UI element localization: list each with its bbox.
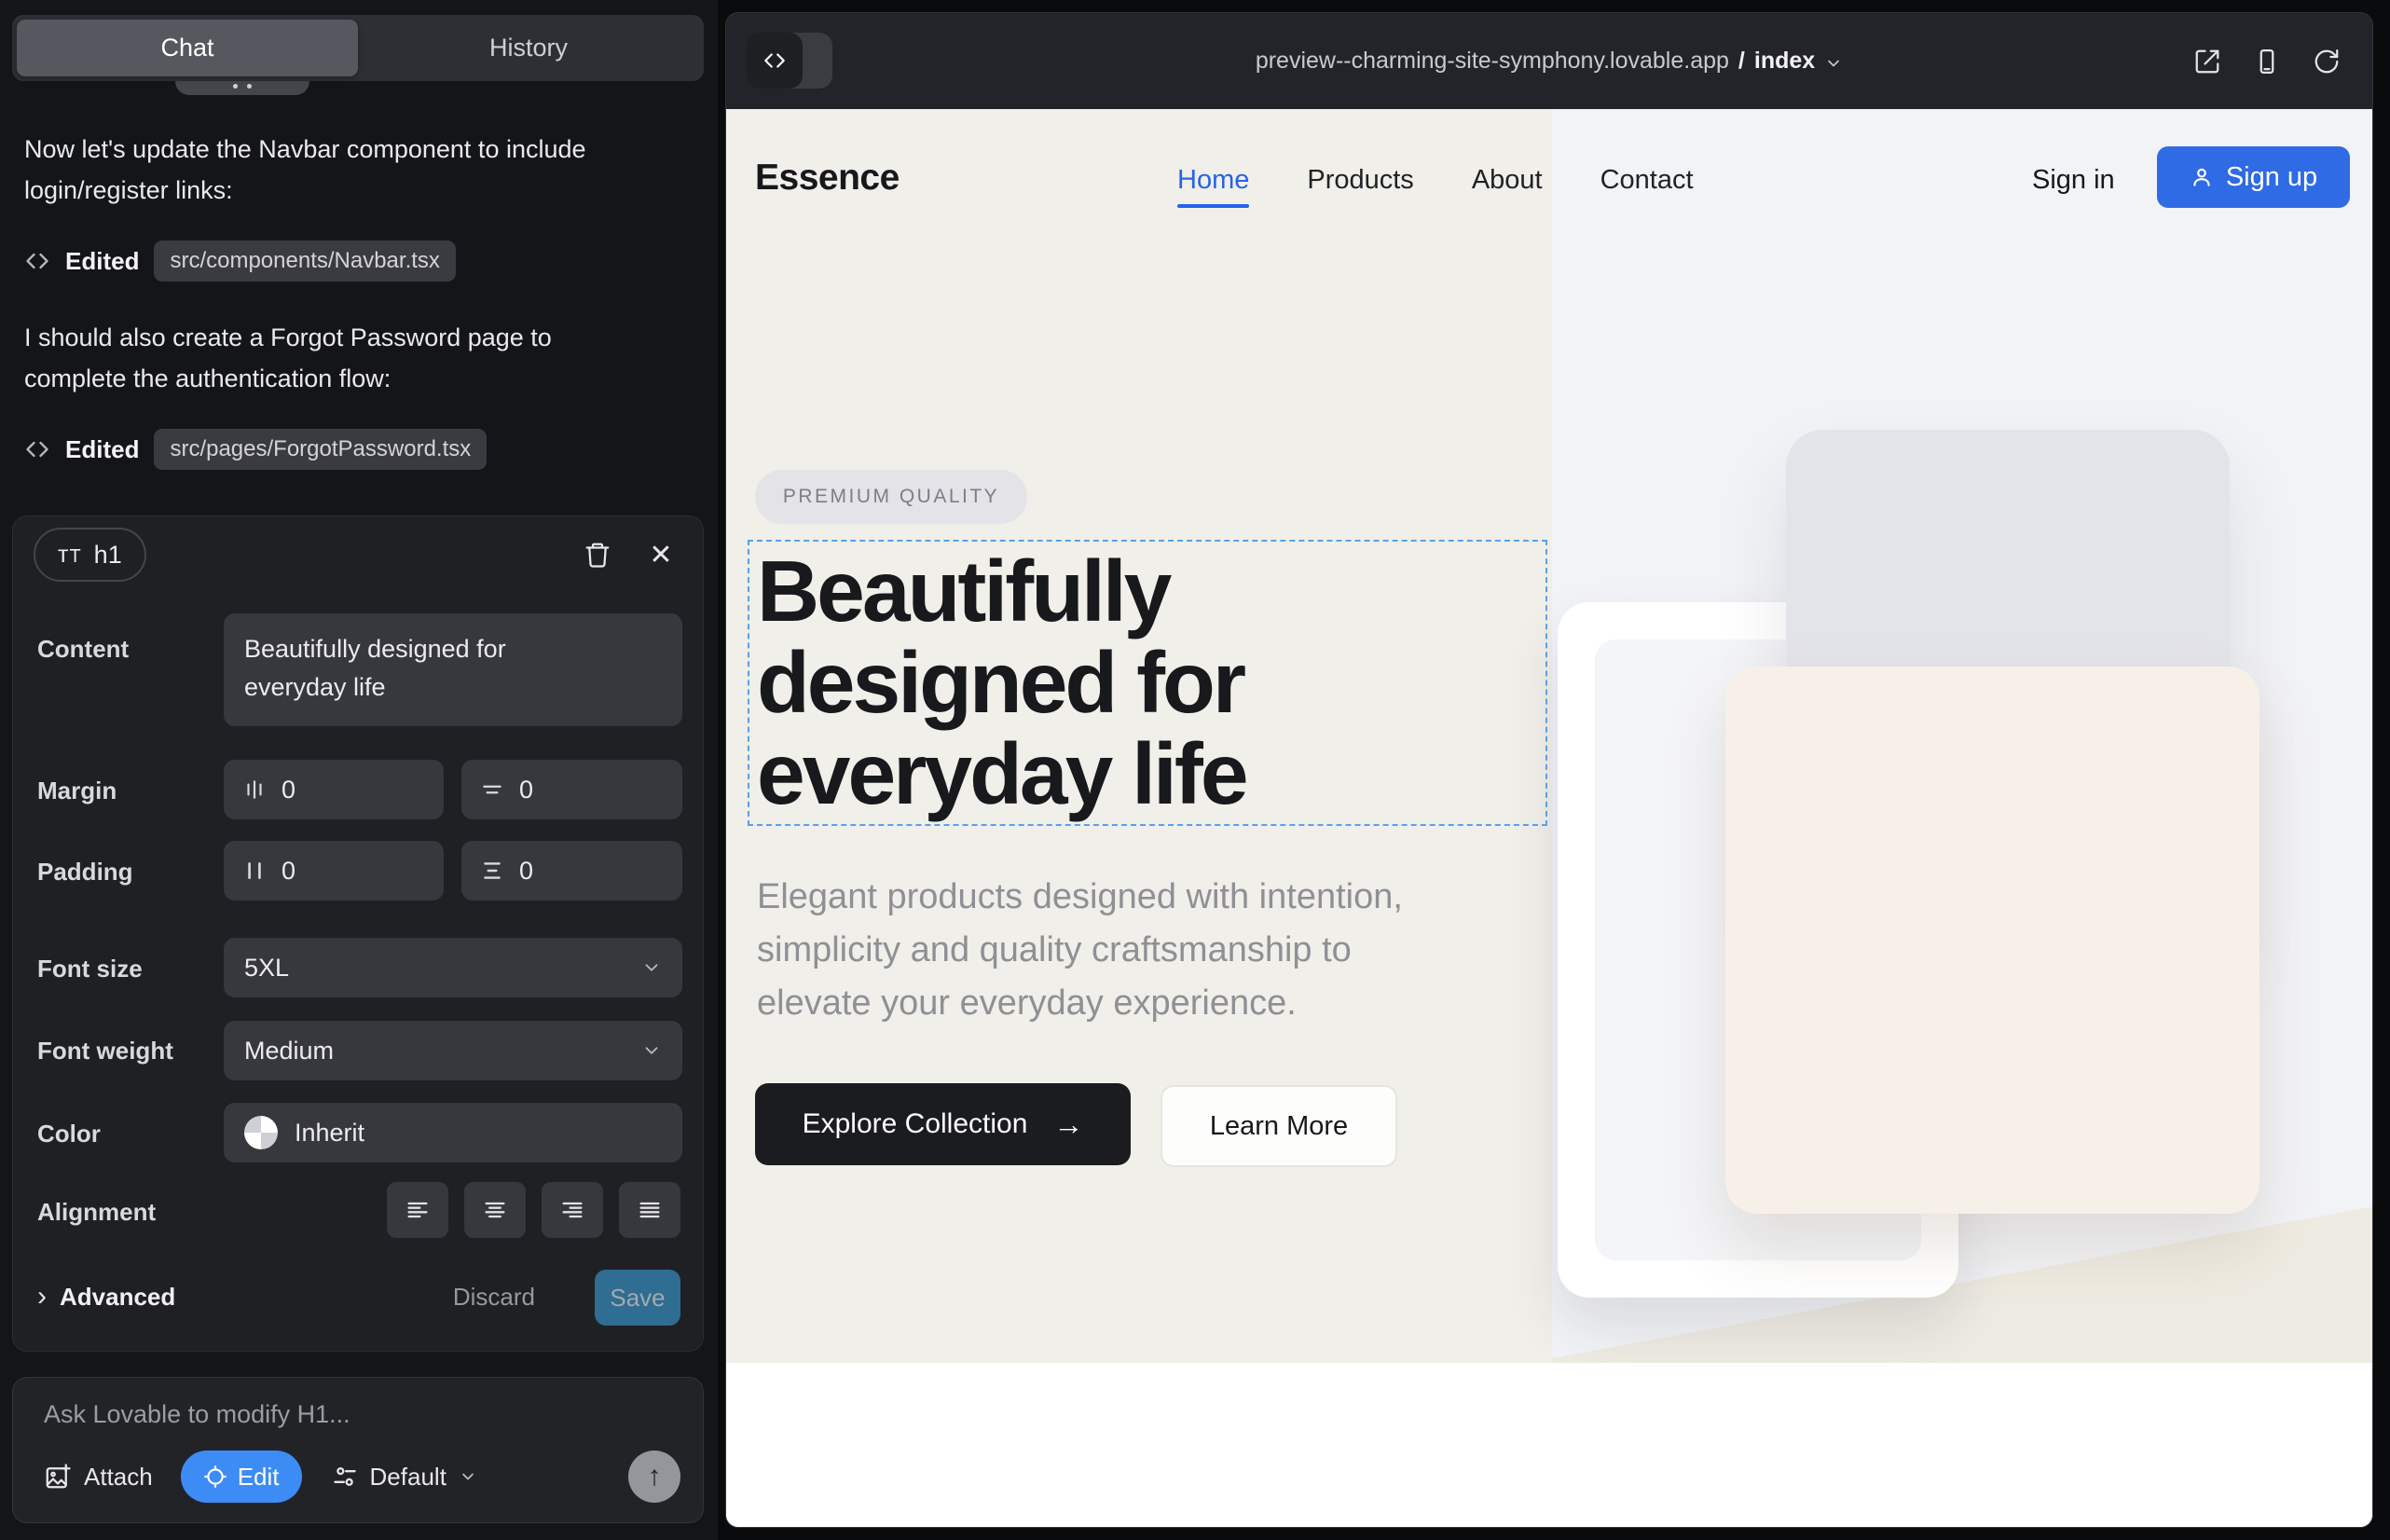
external-link-icon xyxy=(2193,48,2221,76)
margin-y-input[interactable]: 0 xyxy=(461,760,682,819)
nav-link-about[interactable]: About xyxy=(1472,165,1543,196)
align-center-button[interactable] xyxy=(464,1182,526,1238)
chevron-down-icon xyxy=(459,1467,477,1486)
preview-toolbar: preview--charming-site-symphony.lovable.… xyxy=(726,13,2372,109)
margin-y-icon xyxy=(480,777,504,802)
align-right-button[interactable] xyxy=(542,1182,603,1238)
code-icon xyxy=(24,248,50,274)
chevron-right-icon: › xyxy=(37,1281,47,1313)
padding-y-icon xyxy=(480,859,504,883)
chat-message: I should also create a Forgot Password p… xyxy=(24,317,621,399)
edit-mode-button[interactable]: Edit xyxy=(181,1451,302,1503)
next-section-band xyxy=(726,1363,2372,1527)
edited-file-badge[interactable]: src/components/Navbar.tsx xyxy=(154,241,455,282)
color-select[interactable]: Inherit xyxy=(224,1103,682,1162)
lovable-app: Chat History Now let's update the Navbar… xyxy=(0,0,2390,1540)
color-label: Color xyxy=(37,1120,101,1148)
align-center-icon xyxy=(482,1197,508,1223)
url-domain: preview--charming-site-symphony.lovable.… xyxy=(1256,48,1729,75)
hero-paragraph: Elegant products designed with intention… xyxy=(757,871,1403,1030)
attach-image-icon xyxy=(44,1463,72,1491)
chat-message: Now let's update the Navbar component to… xyxy=(24,129,621,211)
user-icon xyxy=(2190,165,2214,189)
decor-card-cream xyxy=(1725,667,2260,1214)
element-tag-name: h1 xyxy=(94,541,122,570)
arrow-right-icon: → xyxy=(1053,1107,1083,1142)
preview-url-bar[interactable]: preview--charming-site-symphony.lovable.… xyxy=(726,13,2372,109)
open-external-button[interactable] xyxy=(2193,48,2221,76)
crosshair-icon xyxy=(203,1464,227,1489)
refresh-icon xyxy=(2313,48,2341,76)
scrolled-message-pill[interactable] xyxy=(175,81,309,95)
preview-actions xyxy=(2193,13,2341,109)
site-nav: Home Products About Contact xyxy=(1177,165,1694,196)
tab-chat[interactable]: Chat xyxy=(17,20,358,76)
refresh-button[interactable] xyxy=(2313,48,2341,76)
url-page: index xyxy=(1754,48,1815,75)
font-size-label: Font size xyxy=(37,955,143,983)
edited-file-row: Edited src/components/Navbar.tsx xyxy=(24,239,456,283)
margin-x-icon xyxy=(242,777,267,802)
nav-link-home[interactable]: Home xyxy=(1177,165,1249,196)
typography-icon: тT xyxy=(58,542,82,569)
sign-up-button[interactable]: Sign up xyxy=(2157,146,2350,208)
url-separator: / xyxy=(1738,48,1745,75)
explore-collection-button[interactable]: Explore Collection → xyxy=(755,1083,1131,1165)
nav-link-products[interactable]: Products xyxy=(1307,165,1413,196)
chat-history-tabbar: Chat History xyxy=(12,15,704,81)
font-weight-select[interactable]: Medium xyxy=(224,1021,682,1080)
align-justify-icon xyxy=(637,1197,663,1223)
model-default-selector[interactable]: Default xyxy=(332,1463,477,1492)
composer-toolbar: Attach Edit Default ↑ xyxy=(44,1450,680,1504)
prompt-composer: Ask Lovable to modify H1... Attach Edit … xyxy=(12,1377,704,1523)
site-viewport: Essence Home Products About Contact Sign… xyxy=(726,109,2372,1527)
chat-sidebar: Chat History Now let's update the Navbar… xyxy=(0,0,718,1540)
nav-link-contact[interactable]: Contact xyxy=(1600,165,1694,196)
sliders-icon xyxy=(332,1464,358,1490)
content-input[interactable]: Beautifully designed for everyday life xyxy=(224,613,682,726)
margin-label: Margin xyxy=(37,777,117,805)
font-size-select[interactable]: 5XL xyxy=(224,938,682,997)
padding-label: Padding xyxy=(37,858,133,887)
edited-file-badge[interactable]: src/pages/ForgotPassword.tsx xyxy=(154,429,487,470)
mobile-view-button[interactable] xyxy=(2253,48,2281,76)
attach-button[interactable]: Attach xyxy=(44,1463,153,1492)
premium-quality-badge: PREMIUM QUALITY xyxy=(755,470,1027,524)
prompt-input[interactable]: Ask Lovable to modify H1... xyxy=(44,1400,350,1429)
tab-history[interactable]: History xyxy=(358,20,699,76)
mobile-icon xyxy=(2253,48,2281,76)
edited-label: Edited xyxy=(65,435,139,464)
preview-window: preview--charming-site-symphony.lovable.… xyxy=(725,12,2373,1528)
edited-file-row: Edited src/pages/ForgotPassword.tsx xyxy=(24,427,487,472)
alignment-label: Alignment xyxy=(37,1198,156,1227)
margin-x-input[interactable]: 0 xyxy=(224,760,444,819)
sign-in-link[interactable]: Sign in xyxy=(2032,165,2115,196)
chevron-down-icon xyxy=(1824,54,1843,73)
align-left-icon xyxy=(405,1197,431,1223)
padding-x-input[interactable]: 0 xyxy=(224,841,444,901)
element-inspector-panel: тT h1 ✕ Content Beautifully designed for… xyxy=(12,516,704,1352)
send-button[interactable]: ↑ xyxy=(628,1451,680,1503)
chevron-down-icon xyxy=(641,957,662,978)
trash-icon[interactable] xyxy=(582,539,613,571)
padding-x-icon xyxy=(242,859,267,883)
edited-label: Edited xyxy=(65,247,139,276)
padding-y-input[interactable]: 0 xyxy=(461,841,682,901)
element-tag-pill[interactable]: тT h1 xyxy=(34,528,146,582)
close-icon[interactable]: ✕ xyxy=(645,539,677,571)
align-right-icon xyxy=(559,1197,585,1223)
site-logo[interactable]: Essence xyxy=(755,158,900,199)
content-label: Content xyxy=(37,635,129,664)
hero-heading[interactable]: Beautifully designed for everyday life xyxy=(757,545,1246,819)
color-swatch xyxy=(244,1116,278,1149)
save-button[interactable]: Save xyxy=(595,1270,680,1326)
discard-button[interactable]: Discard xyxy=(453,1283,535,1312)
align-justify-button[interactable] xyxy=(619,1182,680,1238)
align-left-button[interactable] xyxy=(387,1182,448,1238)
learn-more-button[interactable]: Learn More xyxy=(1161,1085,1397,1167)
advanced-toggle[interactable]: › Advanced xyxy=(37,1281,175,1313)
code-icon xyxy=(24,436,50,462)
chevron-down-icon xyxy=(641,1040,662,1061)
font-weight-label: Font weight xyxy=(37,1037,173,1066)
